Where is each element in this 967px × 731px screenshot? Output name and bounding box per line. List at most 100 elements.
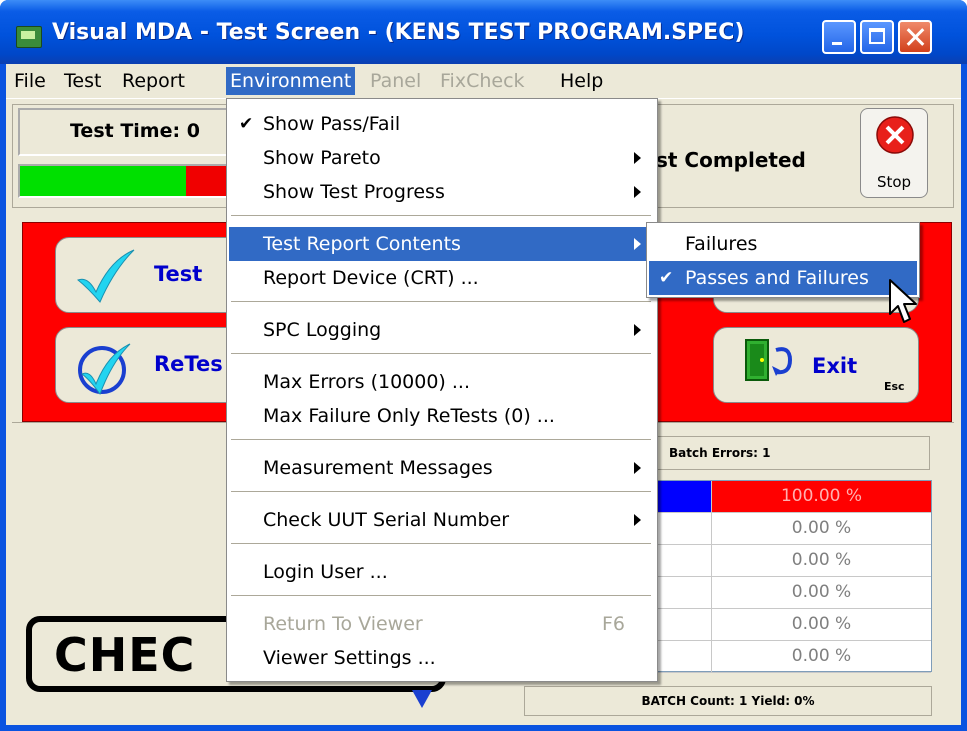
environment-menu: ✔ Show Pass/Fail Show Pareto Show Test P… (226, 98, 658, 682)
menu-item-label: Failures (685, 233, 758, 255)
batch-results-grid: 100.00 % 0.00 % 0.00 % 0.00 % 0.00 % 0.0… (656, 480, 932, 673)
menu-separator (231, 353, 651, 355)
menu-separator (231, 215, 651, 217)
menu-file[interactable]: File (10, 67, 50, 95)
menu-item-label: Report Device (CRT) ... (263, 267, 479, 289)
grid-cell-value: 0.00 % (791, 518, 852, 538)
menu-separator (231, 491, 651, 493)
table-row: 0.00 % (657, 641, 931, 673)
menu-panel[interactable]: Panel (366, 67, 425, 95)
batch-count-label: BATCH Count: 1 Yield: 0% (524, 686, 932, 716)
menu-item-login-user[interactable]: Login User ... (229, 555, 655, 589)
menu-item-label: Return To Viewer (263, 613, 423, 635)
menu-help[interactable]: Help (556, 67, 607, 95)
menu-item-label: Passes and Failures (685, 267, 869, 289)
batch-errors-label: Batch Errors: 1 (656, 436, 930, 470)
grid-cell-marker (657, 481, 712, 512)
menu-item-show-test-progress[interactable]: Show Test Progress (229, 175, 655, 209)
submenu-arrow-icon (634, 238, 641, 250)
stop-button[interactable]: Stop (860, 108, 928, 198)
menu-item-label: Login User ... (263, 561, 388, 583)
grid-cell-value: 100.00 % (712, 481, 931, 512)
menu-item-label: Show Test Progress (263, 181, 445, 203)
menu-item-max-failure-retests[interactable]: Max Failure Only ReTests (0) ... (229, 399, 655, 433)
retest-icon (78, 343, 131, 396)
grid-cell-marker (657, 545, 712, 576)
menu-item-label: Show Pass/Fail (263, 113, 401, 135)
test-button[interactable]: Test (55, 237, 245, 313)
submenu-arrow-icon (634, 186, 641, 198)
submenu-arrow-icon (634, 152, 641, 164)
exit-button[interactable]: Exit Esc (713, 327, 919, 403)
check-icon: ✔ (239, 114, 254, 134)
grid-cell-value: 0.00 % (791, 550, 852, 570)
test-status-box: st Completed (626, 108, 852, 200)
menu-item-report-device[interactable]: Report Device (CRT) ... (229, 261, 655, 295)
app-icon (16, 26, 42, 48)
menu-item-label: SPC Logging (263, 319, 382, 341)
grid-cell-marker (657, 577, 712, 608)
table-row: 0.00 % (657, 545, 931, 577)
menu-item-check-uut-serial[interactable]: Check UUT Serial Number (229, 503, 655, 537)
checkmark-icon (77, 249, 135, 303)
menu-item-return-to-viewer[interactable]: Return To Viewer F6 (229, 607, 655, 641)
maximize-button[interactable] (860, 20, 894, 54)
menu-report[interactable]: Report (118, 67, 189, 95)
logo-text: CHEC (54, 628, 196, 682)
submenu-arrow-icon (634, 324, 641, 336)
menu-item-label: Max Failure Only ReTests (0) ... (263, 405, 555, 427)
retest-button-label: ReTes (154, 352, 223, 376)
menu-item-show-pass-fail[interactable]: ✔ Show Pass/Fail (229, 107, 655, 141)
grid-cell-marker (657, 609, 712, 640)
menu-separator (231, 543, 651, 545)
grid-cell-value: 0.00 % (791, 614, 852, 634)
window-title: Visual MDA - Test Screen - (KENS TEST PR… (52, 20, 745, 45)
menu-item-label: Max Errors (10000) ... (263, 371, 470, 393)
exit-shortcut-label: Esc (884, 380, 905, 393)
table-row: 0.00 % (657, 577, 931, 609)
stop-icon (876, 116, 914, 154)
menu-item-measurement-messages[interactable]: Measurement Messages (229, 451, 655, 485)
menu-item-shortcut: F6 (601, 613, 625, 635)
menu-item-viewer-settings[interactable]: Viewer Settings ... (229, 641, 655, 675)
menu-item-label: Measurement Messages (263, 457, 493, 479)
menu-item-label: Test Report Contents (263, 233, 461, 255)
stop-label: Stop (876, 173, 912, 191)
grid-cell-marker (657, 641, 712, 672)
progress-pass-segment (20, 166, 187, 196)
test-status-text: st Completed (656, 148, 806, 172)
menu-fixcheck[interactable]: FixCheck (436, 67, 529, 95)
menu-test[interactable]: Test (60, 67, 105, 95)
table-row: 100.00 % (657, 481, 931, 513)
table-row: 0.00 % (657, 609, 931, 641)
menu-item-label: Show Pareto (263, 147, 381, 169)
check-icon: ✔ (659, 268, 674, 288)
menu-item-max-errors[interactable]: Max Errors (10000) ... (229, 365, 655, 399)
menu-item-test-report-contents[interactable]: Test Report Contents (229, 227, 655, 261)
test-button-label: Test (154, 262, 203, 286)
menu-environment[interactable]: Environment (226, 67, 356, 95)
test-time-label: Test Time: 0 (70, 120, 200, 142)
submenu-arrow-icon (634, 462, 641, 474)
menu-item-passes-and-failures[interactable]: ✔ Passes and Failures (649, 261, 917, 295)
logo-pin-icon (412, 690, 432, 708)
grid-cell-value: 0.00 % (791, 582, 852, 602)
grid-cell-value: 0.00 % (791, 646, 852, 666)
grid-cell-marker (657, 513, 712, 544)
close-button[interactable] (898, 20, 932, 54)
menu-bar: File Test Report Environment Panel FixCh… (6, 64, 961, 99)
menu-item-failures[interactable]: Failures (649, 227, 917, 261)
retest-button[interactable]: ReTes (55, 327, 245, 403)
table-row: 0.00 % (657, 513, 931, 545)
minimize-button[interactable] (822, 20, 856, 54)
menu-item-show-pareto[interactable]: Show Pareto (229, 141, 655, 175)
menu-item-spc-logging[interactable]: SPC Logging (229, 313, 655, 347)
menu-separator (231, 439, 651, 441)
title-bar[interactable]: Visual MDA - Test Screen - (KENS TEST PR… (0, 0, 967, 64)
menu-item-label: Check UUT Serial Number (263, 509, 510, 531)
menu-item-label: Viewer Settings ... (263, 647, 436, 669)
exit-door-icon (745, 339, 793, 381)
menu-separator (231, 301, 651, 303)
exit-button-label: Exit (812, 354, 858, 378)
mouse-cursor-icon (889, 279, 917, 323)
